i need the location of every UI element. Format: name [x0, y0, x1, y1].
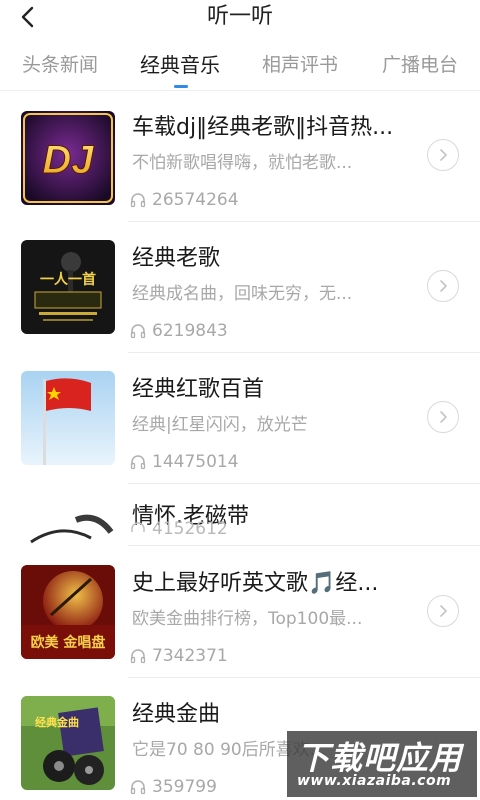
divider: [128, 545, 480, 546]
play-count-value: 6219843: [152, 321, 228, 341]
open-item-button[interactable]: [427, 139, 459, 171]
tab-radio-station[interactable]: 广播电台: [360, 42, 480, 90]
item-subtitle: 不怕新歌唱得嗨，就怕老歌...: [132, 153, 353, 173]
album-cover: DJ: [21, 111, 115, 205]
play-count: 7342371: [130, 646, 228, 666]
list-item[interactable]: 欧美 金唱盘 史上最好听英文歌🎵经... 欧美金曲排行榜，Top100最... …: [0, 547, 480, 678]
cover-title-text: 经典金曲: [35, 715, 79, 729]
open-item-button[interactable]: [427, 595, 459, 627]
headphones-icon: [130, 324, 146, 339]
open-item-button[interactable]: [427, 270, 459, 302]
item-title: 经典金曲: [132, 702, 221, 727]
chevron-right-icon: [440, 411, 447, 423]
chevron-right-icon: [440, 280, 447, 292]
list-item[interactable]: 情怀.老磁带 4152612: [0, 484, 480, 546]
tab-headline-news[interactable]: 头条新闻: [0, 42, 120, 90]
album-cover: [21, 502, 115, 546]
chevron-right-icon: [440, 605, 447, 617]
headphones-icon: [130, 649, 146, 664]
tab-crosstalk-storytelling[interactable]: 相声评书: [240, 42, 360, 90]
play-count: 4152612: [130, 519, 228, 539]
cover-title-text: 一人一首: [40, 271, 96, 288]
list-item[interactable]: 一人一首 经典老歌 经典成名曲，回味无穷，无... 6219843: [0, 222, 480, 353]
tab-label: 广播电台: [381, 54, 458, 76]
play-count-value: 26574264: [152, 190, 239, 210]
headphones-icon: [130, 193, 146, 208]
page-title: 听一听: [206, 4, 273, 29]
headphones-icon: [131, 522, 145, 532]
tab-label: 相声评书: [261, 54, 338, 76]
play-count-value: 359799: [152, 777, 217, 797]
play-count: 6219843: [130, 321, 228, 341]
item-subtitle: 经典成名曲，回味无穷，无...: [132, 284, 353, 304]
play-count: 359799: [130, 777, 217, 797]
cover-dj-text: DJ: [42, 138, 94, 182]
watermark-logo: 下载吧应用 www.xiazaiba.com: [287, 731, 477, 797]
tab-label: 头条新闻: [21, 54, 98, 76]
album-cover: 一人一首: [21, 240, 115, 334]
album-cover: 经典金曲: [21, 696, 115, 790]
album-cover: [21, 371, 115, 465]
item-title: 车载dj‖经典老歌‖抖音热...: [132, 115, 394, 140]
item-subtitle: 欧美金曲排行榜，Top100最...: [132, 609, 363, 629]
open-item-button[interactable]: [427, 401, 459, 433]
play-count: 14475014: [130, 452, 239, 472]
headphones-icon: [130, 780, 146, 795]
item-title: 经典红歌百首: [132, 377, 265, 402]
list-item[interactable]: 经典红歌百首 经典|红星闪闪，放光芒 14475014: [0, 353, 480, 484]
tab-classic-music[interactable]: 经典音乐: [120, 42, 240, 90]
active-tab-indicator: [174, 85, 188, 88]
cover-title-text: 欧美 金唱盘: [31, 634, 106, 651]
play-count-value: 14475014: [152, 452, 239, 472]
tab-label: 经典音乐: [140, 53, 220, 77]
watermark-url: www.xiazaiba.com: [297, 773, 452, 789]
item-title: 史上最好听英文歌🎵经...: [132, 571, 379, 596]
list-item[interactable]: DJ 车载dj‖经典老歌‖抖音热... 不怕新歌唱得嗨，就怕老歌... 2657…: [0, 91, 480, 222]
chevron-right-icon: [440, 149, 447, 161]
play-count-value: 7342371: [152, 646, 228, 666]
album-cover: 欧美 金唱盘: [21, 565, 115, 659]
headphones-icon: [130, 455, 146, 470]
item-title: 经典老歌: [132, 246, 221, 271]
play-count: 26574264: [130, 190, 239, 210]
category-tabs: 头条新闻 经典音乐 相声评书 广播电台: [0, 42, 480, 90]
item-subtitle: 经典|红星闪闪，放光芒: [132, 415, 308, 435]
play-count-value: 4152612: [152, 519, 228, 539]
header-bar: 听一听: [0, 0, 480, 40]
